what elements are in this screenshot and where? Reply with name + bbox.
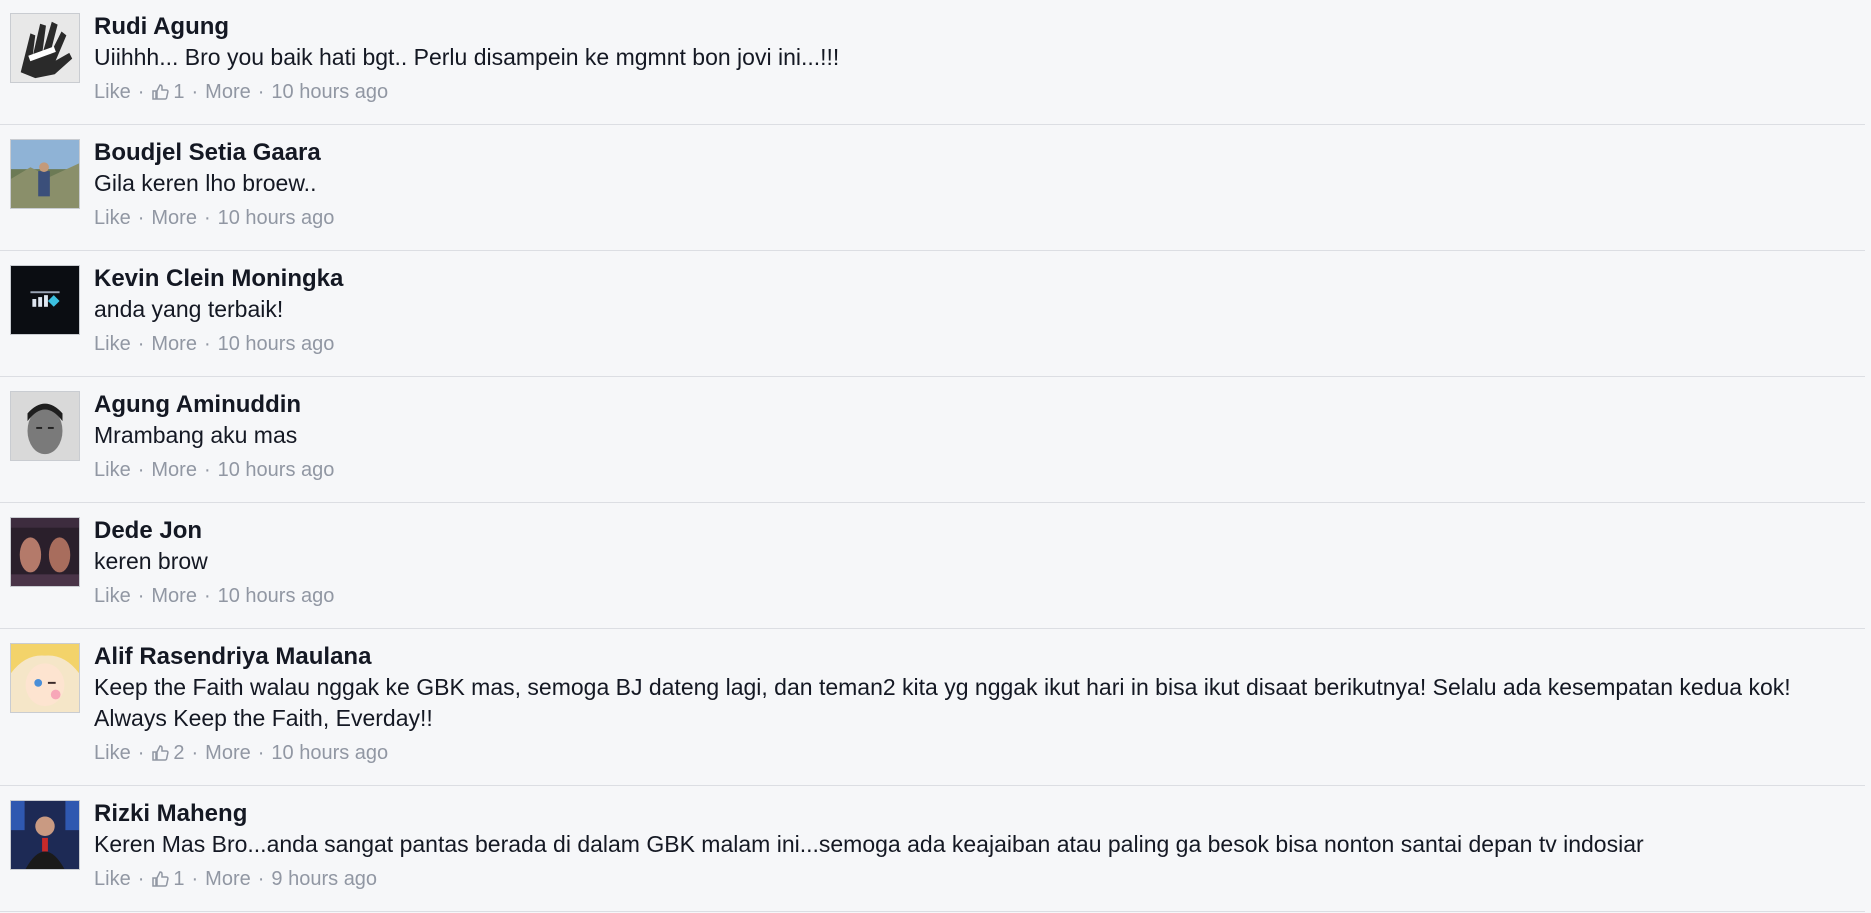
comment-list: Rudi Agung Uiihhh... Bro you baik hati b… — [0, 0, 1865, 912]
like-count[interactable]: 2 — [151, 740, 185, 766]
comment-item: Agung Aminuddin Mrambang aku mas Like · … — [0, 377, 1865, 503]
avatar[interactable] — [10, 391, 80, 461]
like-link[interactable]: Like — [94, 79, 131, 105]
more-link[interactable]: More — [151, 457, 197, 483]
comment-text: Mrambang aku mas — [94, 422, 298, 448]
avatar[interactable] — [10, 265, 80, 335]
like-count-number: 1 — [173, 868, 185, 890]
comment-actions: Like · More · 10 hours ago — [94, 205, 1865, 231]
tv-presenter-avatar-icon — [11, 801, 79, 869]
comment-author[interactable]: Rizki Maheng — [94, 800, 247, 828]
comment-author[interactable]: Agung Aminuddin — [94, 391, 301, 419]
comment-body: Rudi Agung Uiihhh... Bro you baik hati b… — [94, 13, 1865, 117]
more-link[interactable]: More — [205, 740, 251, 766]
like-link[interactable]: Like — [94, 740, 131, 766]
comment-body: Kevin Clein Moningka anda yang terbaik! … — [94, 265, 1865, 369]
comment-timestamp[interactable]: 10 hours ago — [271, 740, 388, 766]
comment-text: Uiihhh... Bro you baik hati bgt.. Perlu … — [94, 44, 840, 70]
separator-dot: · — [191, 742, 199, 764]
comment-actions: Like · 2 · More · 10 hours ago — [94, 740, 1865, 766]
comment-timestamp[interactable]: 10 hours ago — [218, 457, 335, 483]
avatar[interactable] — [10, 800, 80, 870]
comment-timestamp[interactable]: 10 hours ago — [218, 583, 335, 609]
separator-dot: · — [203, 333, 211, 355]
poster-avatar-icon — [11, 518, 79, 586]
separator-dot: · — [137, 207, 145, 229]
avatar[interactable] — [10, 517, 80, 587]
separator-dot: · — [137, 81, 145, 103]
comment-text: Keep the Faith walau nggak ke GBK mas, s… — [94, 674, 1791, 731]
face-portrait-avatar-icon — [11, 392, 79, 460]
like-link[interactable]: Like — [94, 205, 131, 231]
comment-body: Boudjel Setia Gaara Gila keren lho broew… — [94, 139, 1865, 243]
comment-text: Gila keren lho broew.. — [94, 170, 317, 196]
separator-dot: · — [257, 81, 265, 103]
comment-body: Dede Jon keren brow Like · More · 10 hou… — [94, 517, 1865, 621]
more-link[interactable]: More — [151, 205, 197, 231]
comment-author[interactable]: Boudjel Setia Gaara — [94, 139, 321, 167]
comment-author[interactable]: Kevin Clein Moningka — [94, 265, 343, 293]
separator-dot: · — [191, 81, 199, 103]
like-link[interactable]: Like — [94, 331, 131, 357]
comment-timestamp[interactable]: 10 hours ago — [271, 79, 388, 105]
more-link[interactable]: More — [151, 583, 197, 609]
more-link[interactable]: More — [205, 79, 251, 105]
dark-logo-avatar-icon — [11, 266, 79, 334]
comment-timestamp[interactable]: 9 hours ago — [271, 866, 377, 892]
like-link[interactable]: Like — [94, 457, 131, 483]
thumbs-up-icon — [151, 83, 170, 101]
comment-text: keren brow — [94, 548, 208, 574]
comment-text: Keren Mas Bro...anda sangat pantas berad… — [94, 831, 1644, 857]
like-link[interactable]: Like — [94, 866, 131, 892]
like-link[interactable]: Like — [94, 583, 131, 609]
separator-dot: · — [137, 585, 145, 607]
comment-text: anda yang terbaik! — [94, 296, 284, 322]
avatar[interactable] — [10, 643, 80, 713]
separator-dot: · — [257, 742, 265, 764]
comment-author[interactable]: Alif Rasendriya Maulana — [94, 643, 371, 671]
comment-body: Alif Rasendriya Maulana Keep the Faith w… — [94, 643, 1865, 778]
more-link[interactable]: More — [151, 331, 197, 357]
like-count-number: 1 — [173, 81, 185, 103]
separator-dot: · — [203, 585, 211, 607]
avatar[interactable] — [10, 13, 80, 83]
comment-actions: Like · 1 · More · 9 hours ago — [94, 866, 1865, 892]
comment-actions: Like · More · 10 hours ago — [94, 331, 1865, 357]
comment-item: Kevin Clein Moningka anda yang terbaik! … — [0, 251, 1865, 377]
separator-dot: · — [191, 868, 199, 890]
outdoor-person-avatar-icon — [11, 140, 79, 208]
separator-dot: · — [137, 742, 145, 764]
comment-author[interactable]: Rudi Agung — [94, 13, 229, 41]
comment-item: Rizki Maheng Keren Mas Bro...anda sangat… — [0, 786, 1865, 912]
like-count[interactable]: 1 — [151, 866, 185, 892]
like-count[interactable]: 1 — [151, 79, 185, 105]
comment-item: Rudi Agung Uiihhh... Bro you baik hati b… — [0, 0, 1865, 125]
separator-dot: · — [203, 459, 211, 481]
separator-dot: · — [137, 459, 145, 481]
separator-dot: · — [137, 333, 145, 355]
avatar[interactable] — [10, 139, 80, 209]
comment-item: Dede Jon keren brow Like · More · 10 hou… — [0, 503, 1865, 629]
separator-dot: · — [257, 868, 265, 890]
comment-actions: Like · More · 10 hours ago — [94, 457, 1865, 483]
separator-dot: · — [203, 207, 211, 229]
hand-print-avatar-icon — [11, 14, 79, 82]
comment-body: Agung Aminuddin Mrambang aku mas Like · … — [94, 391, 1865, 495]
comment-timestamp[interactable]: 10 hours ago — [218, 205, 335, 231]
comment-item: Alif Rasendriya Maulana Keep the Faith w… — [0, 629, 1865, 786]
comment-author[interactable]: Dede Jon — [94, 517, 202, 545]
separator-dot: · — [137, 868, 145, 890]
comment-body: Rizki Maheng Keren Mas Bro...anda sangat… — [94, 800, 1865, 904]
comment-actions: Like · 1 · More · 10 hours ago — [94, 79, 1865, 105]
anime-character-avatar-icon — [11, 644, 79, 712]
comment-timestamp[interactable]: 10 hours ago — [218, 331, 335, 357]
thumbs-up-icon — [151, 744, 170, 762]
like-count-number: 2 — [173, 742, 185, 764]
thumbs-up-icon — [151, 870, 170, 888]
comment-item: Boudjel Setia Gaara Gila keren lho broew… — [0, 125, 1865, 251]
more-link[interactable]: More — [205, 866, 251, 892]
comment-actions: Like · More · 10 hours ago — [94, 583, 1865, 609]
